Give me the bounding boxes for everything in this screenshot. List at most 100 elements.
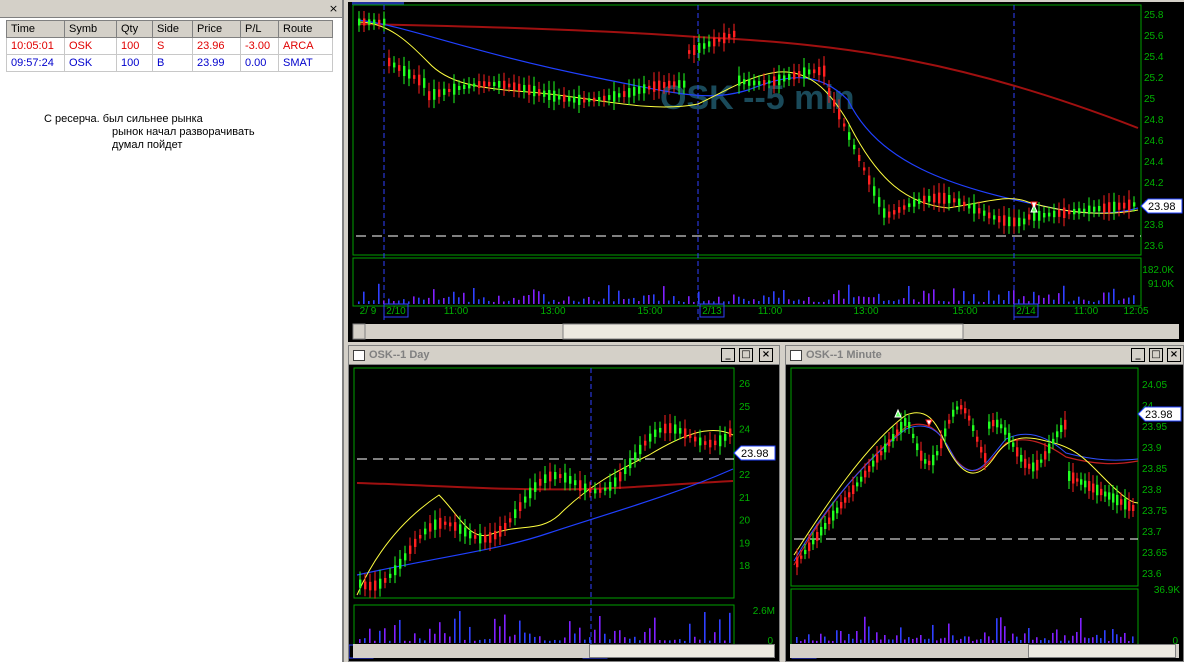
volume-bar bbox=[964, 636, 966, 643]
candle-body bbox=[373, 19, 376, 25]
scrollbar-thumb[interactable] bbox=[1028, 644, 1176, 658]
volume-bar bbox=[843, 298, 845, 304]
column-header-price[interactable]: Price bbox=[192, 20, 241, 38]
volume-bar bbox=[836, 630, 838, 643]
chart-5min[interactable]: OSK --5 min 25.8 25.6 25.4 25.2 25 24.8 24.6 24… bbox=[348, 2, 1184, 342]
volume-bar bbox=[1058, 293, 1060, 304]
horizontal-scrollbar[interactable] bbox=[353, 644, 775, 658]
candle-body bbox=[898, 207, 901, 213]
maximize-icon[interactable]: □ bbox=[1149, 348, 1163, 362]
candle-body bbox=[694, 436, 697, 442]
candle-body bbox=[1020, 454, 1023, 462]
volume-bar bbox=[519, 620, 521, 643]
volume-bar bbox=[454, 618, 456, 643]
candle-body bbox=[413, 75, 416, 79]
volume-bar bbox=[933, 289, 935, 304]
column-header-route[interactable]: Route bbox=[278, 20, 333, 38]
price-tick: 23.6 bbox=[1142, 569, 1162, 580]
candle-body bbox=[604, 487, 607, 491]
volume-bar bbox=[984, 632, 986, 643]
candle-body bbox=[863, 167, 866, 171]
maximize-icon[interactable]: □ bbox=[739, 348, 753, 362]
column-header-pl[interactable]: P/L bbox=[240, 20, 279, 38]
volume-bar bbox=[1112, 629, 1114, 643]
candle-body bbox=[804, 549, 807, 555]
column-header-side[interactable]: Side bbox=[152, 20, 193, 38]
scrollbar-thumb[interactable] bbox=[589, 644, 775, 658]
volume-bar bbox=[1118, 300, 1120, 304]
candle-body bbox=[384, 577, 387, 583]
price-tick: 24 bbox=[739, 425, 751, 436]
volume-bar bbox=[429, 628, 431, 643]
volume-bar bbox=[699, 639, 701, 643]
volume-bar bbox=[724, 640, 726, 643]
price-tick: 19 bbox=[739, 538, 751, 549]
candle-body bbox=[992, 420, 995, 427]
candle-body bbox=[788, 73, 791, 80]
table-row[interactable]: 10:05:01 OSK 100 S 23.96 -3.00 ARCA bbox=[6, 37, 333, 55]
candle-body bbox=[1056, 431, 1059, 438]
candle-body bbox=[408, 69, 411, 79]
column-header-time[interactable]: Time bbox=[6, 20, 65, 38]
scroll-left-button[interactable] bbox=[352, 323, 366, 340]
candle-body bbox=[379, 578, 382, 589]
candle-body bbox=[1103, 203, 1106, 213]
candle-body bbox=[569, 476, 572, 484]
time-tick: 15:00 bbox=[637, 306, 662, 317]
volume-bar bbox=[534, 636, 536, 643]
price-tick: 25.8 bbox=[1144, 10, 1164, 21]
volume-bar bbox=[1000, 617, 1002, 643]
close-icon[interactable]: × bbox=[759, 348, 773, 362]
volume-bar bbox=[409, 640, 411, 643]
time-tick: 15:00 bbox=[952, 306, 977, 317]
candle-body bbox=[1128, 199, 1131, 211]
candle-body bbox=[893, 210, 896, 215]
candle-body bbox=[938, 192, 941, 204]
volume-bar bbox=[669, 640, 671, 643]
candle-body bbox=[998, 215, 1001, 223]
candle-body bbox=[684, 428, 687, 439]
column-header-qty[interactable]: Qty bbox=[116, 20, 153, 38]
volume-bar bbox=[399, 619, 401, 643]
candle-body bbox=[783, 75, 786, 82]
volume-bar bbox=[884, 635, 886, 643]
scrollbar-thumb[interactable] bbox=[562, 323, 964, 340]
candle-body bbox=[673, 81, 676, 87]
candle-body bbox=[514, 509, 517, 519]
candle-body bbox=[664, 423, 667, 434]
horizontal-scrollbar[interactable] bbox=[790, 644, 1179, 658]
candle-body bbox=[508, 83, 511, 88]
candle-body bbox=[953, 198, 956, 203]
minimize-icon[interactable]: _ bbox=[1131, 348, 1145, 362]
candle-body bbox=[768, 80, 771, 84]
column-header-symb[interactable]: Symb bbox=[64, 20, 117, 38]
close-icon[interactable]: × bbox=[328, 3, 339, 14]
candle-body bbox=[539, 478, 542, 486]
candle-body bbox=[973, 203, 976, 214]
candle-body bbox=[618, 93, 621, 98]
candle-body bbox=[932, 454, 935, 466]
candle-body bbox=[598, 97, 601, 102]
table-row[interactable]: 09:57:24 OSK 100 B 23.99 0.00 SMAT bbox=[6, 54, 333, 72]
volume-bar bbox=[674, 639, 676, 643]
volume-bar bbox=[1056, 629, 1058, 643]
candle-body bbox=[840, 502, 843, 509]
close-icon[interactable]: × bbox=[1167, 348, 1181, 362]
candle-body bbox=[1098, 206, 1101, 212]
volume-bar bbox=[559, 640, 561, 643]
volume-bar bbox=[729, 612, 731, 643]
candle-body bbox=[1108, 202, 1111, 213]
candle-body bbox=[763, 80, 766, 86]
volume-bar bbox=[1073, 300, 1075, 304]
chart-1min[interactable]: 24.052423.9523.923.8523.823.7523.723.652… bbox=[786, 365, 1183, 661]
candle-body bbox=[868, 465, 871, 472]
candle-body bbox=[593, 97, 596, 102]
chart-day[interactable]: 262524232221201918 11NOVDEC12FEB 2.6M 0 … bbox=[349, 365, 779, 661]
minimize-icon[interactable]: _ bbox=[721, 348, 735, 362]
candle-body bbox=[623, 91, 626, 97]
candle-body bbox=[663, 82, 666, 88]
volume-bar bbox=[658, 300, 660, 304]
volume-bar bbox=[529, 633, 531, 643]
volume-bar bbox=[458, 297, 460, 304]
volume-bar bbox=[418, 297, 420, 304]
